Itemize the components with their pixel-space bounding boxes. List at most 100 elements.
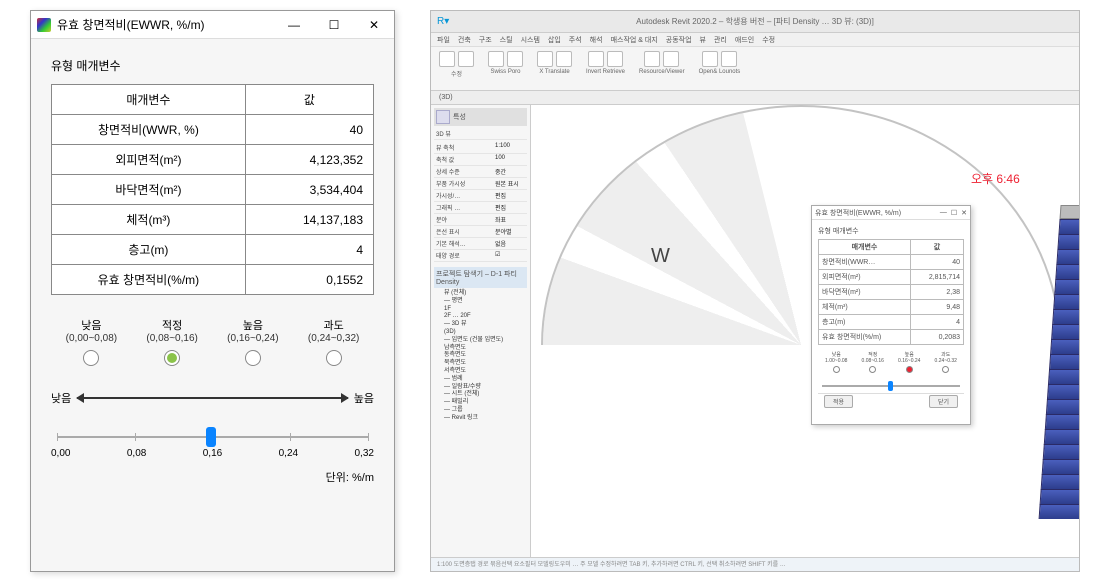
menu-item[interactable]: 건축 xyxy=(458,35,471,45)
cat-ok[interactable]: 적정 (0,08~0,16) xyxy=(132,317,213,366)
ribbon-group[interactable]: Open& Lounots xyxy=(699,51,741,86)
slider-track[interactable] xyxy=(57,436,368,438)
tree-item[interactable]: — 3D 뷰 xyxy=(438,321,527,329)
cat-over[interactable]: 과도 (0,24~0,32) xyxy=(293,317,374,366)
cat-range: (0,24~0,32) xyxy=(293,333,374,344)
mini-apply-button[interactable]: 적용 xyxy=(824,395,853,408)
ribbon-button[interactable] xyxy=(607,51,623,67)
mini-slider[interactable] xyxy=(822,385,960,387)
tree-item[interactable]: 뷰 (전체) xyxy=(438,290,527,298)
prop-row[interactable]: 상세 수준중간 xyxy=(434,166,527,178)
prop-row[interactable]: 분야좌표 xyxy=(434,214,527,226)
mini-max-icon[interactable]: ☐ xyxy=(951,209,957,217)
row-val: 3,534,404 xyxy=(245,175,373,205)
menu-item[interactable]: 시스템 xyxy=(521,35,540,45)
revit-titlebar[interactable]: R▾ Autodesk Revit 2020.2 – 학생용 버전 – [파티 … xyxy=(431,11,1079,33)
tree-item[interactable]: (3D) xyxy=(438,329,527,337)
tree-item[interactable]: — Revit 링크 xyxy=(438,415,527,423)
ribbon-group[interactable]: Swiss Poro xyxy=(488,51,523,86)
ribbon-label: Resource/Viewer xyxy=(639,69,685,75)
view-tab[interactable]: (3D) xyxy=(431,91,1079,105)
revit-side-panel[interactable]: 특성 3D 뷰 뷰 축척1:100축척 값100상세 수준중간부품 가시성원본 … xyxy=(431,105,531,557)
prop-row[interactable]: 뷰 축척1:100 xyxy=(434,142,527,154)
ribbon-button[interactable] xyxy=(537,51,553,67)
menu-item[interactable]: 수정 xyxy=(762,35,775,45)
radio-icon[interactable] xyxy=(83,350,99,366)
menu-item[interactable]: 공동작업 xyxy=(666,35,692,45)
menu-item[interactable]: 해석 xyxy=(590,35,603,45)
ribbon-button[interactable] xyxy=(721,51,737,67)
menu-item[interactable]: 매스작업 & 대지 xyxy=(611,35,658,45)
tree-item[interactable]: — 입면도 (건물 입면도) xyxy=(438,337,527,345)
mini-slider-thumb[interactable] xyxy=(888,381,893,391)
prop-row[interactable]: 축척 값100 xyxy=(434,154,527,166)
mini-min-icon[interactable]: ― xyxy=(940,209,947,216)
ribbon-group[interactable]: Invert Retrieve xyxy=(586,51,625,86)
revit-ribbon[interactable]: 수정 Swiss Poro X Translate Invert Retrieve Re… xyxy=(431,47,1079,91)
parameters-table: 매개변수 값 창면적비(WWR, %)40 외피면적(m²)4,123,352 … xyxy=(51,84,374,295)
minimize-button[interactable]: ― xyxy=(274,11,314,39)
tree-item[interactable]: — 그룹 xyxy=(438,407,527,415)
menu-item[interactable]: 애드인 xyxy=(735,35,754,45)
revit-3d-canvas[interactable]: W 오후 6:46 오전 10:00 20F19F/20F18F/20F17F/… xyxy=(531,105,1079,557)
tree-item[interactable]: 1F xyxy=(438,306,527,314)
menu-item[interactable]: 주석 xyxy=(569,35,582,45)
ribbon-button[interactable] xyxy=(588,51,604,67)
menu-item[interactable]: 삽입 xyxy=(548,35,561,45)
ribbon-button[interactable] xyxy=(556,51,572,67)
mini-titlebar[interactable]: 유효 창면적비(EWWR, %/m) ― ☐ ✕ xyxy=(812,206,970,220)
cat-low[interactable]: 낮음 (0,00~0,08) xyxy=(51,317,132,366)
mini-cat[interactable]: 높음0.16~0.24 xyxy=(898,351,920,375)
prop-row[interactable]: 그래픽 …편집 xyxy=(434,202,527,214)
menu-item[interactable]: 파일 xyxy=(437,35,450,45)
ribbon-group[interactable]: Resource/Viewer xyxy=(639,51,685,86)
ribbon-group[interactable]: 수정 xyxy=(439,51,474,86)
ribbon-button[interactable] xyxy=(702,51,718,67)
slider-thumb[interactable] xyxy=(206,427,216,447)
tree-item[interactable]: — 평면 xyxy=(438,298,527,306)
mini-cat[interactable]: 낮음1.00~0.08 xyxy=(825,351,847,375)
radio-icon[interactable] xyxy=(245,350,261,366)
ribbon-button[interactable] xyxy=(458,51,474,67)
dialog-titlebar[interactable]: 유효 창면적비(EWWR, %/m) ― ☐ ✕ xyxy=(31,11,394,39)
mini-cat[interactable]: 과도0.24~0.32 xyxy=(935,351,957,375)
menu-item[interactable]: 관리 xyxy=(714,35,727,45)
mini-close-icon[interactable]: ✕ xyxy=(961,209,967,217)
prop-row[interactable]: 기본 해석…없음 xyxy=(434,238,527,250)
menu-item[interactable]: 구조 xyxy=(479,35,492,45)
mini-cat[interactable]: 적정0.08~0.16 xyxy=(862,351,884,375)
tree-item[interactable]: — 범례 xyxy=(438,376,527,384)
row-val: 40 xyxy=(245,115,373,145)
cat-range: (0,00~0,08) xyxy=(51,333,132,344)
project-browser-header[interactable]: 프로젝트 탐색기 – D-1 파티 Density xyxy=(434,267,527,288)
prop-row[interactable]: 태양 경로☑ xyxy=(434,250,527,262)
menu-item[interactable]: 뷰 xyxy=(700,35,706,45)
cat-high[interactable]: 높음 (0,16~0,24) xyxy=(213,317,294,366)
menu-item[interactable]: 스틸 xyxy=(500,35,513,45)
tree-item[interactable]: — 시트 (전체) xyxy=(438,391,527,399)
building-model[interactable] xyxy=(1037,205,1080,535)
ribbon-button[interactable] xyxy=(663,51,679,67)
prop-row[interactable]: 가시성/…편집 xyxy=(434,190,527,202)
prop-row[interactable]: 부품 가시성원본 표시 xyxy=(434,178,527,190)
mini-ewwr-dialog[interactable]: 유효 창면적비(EWWR, %/m) ― ☐ ✕ 유형 매개변수 매개변수값 창… xyxy=(811,205,971,425)
radio-icon[interactable] xyxy=(164,350,180,366)
close-button[interactable]: ✕ xyxy=(354,11,394,39)
ribbon-button[interactable] xyxy=(439,51,455,67)
revit-menubar[interactable]: 파일 건축 구조 스틸 시스템 삽입 주석 해석 매스작업 & 대지 공동작업 뷰 관리 애드인 수정 xyxy=(431,33,1079,47)
prop-row[interactable]: 은선 표시분야별 xyxy=(434,226,527,238)
maximize-button[interactable]: ☐ xyxy=(314,11,354,39)
properties-header[interactable]: 특성 xyxy=(434,108,527,126)
project-tree[interactable]: 뷰 (전체)— 평면 1F 2F … 20F— 3D 뷰 (3D)— 입면도 (… xyxy=(434,290,527,423)
tree-item[interactable]: 북측면도 xyxy=(438,360,527,368)
tree-item[interactable]: 동측면도 xyxy=(438,352,527,360)
mini-close-button[interactable]: 닫기 xyxy=(929,395,958,408)
tree-item[interactable]: 서측면도 xyxy=(438,368,527,376)
radio-icon[interactable] xyxy=(326,350,342,366)
ribbon-button[interactable] xyxy=(507,51,523,67)
tree-item[interactable]: — 패밀리 xyxy=(438,399,527,407)
ribbon-button[interactable] xyxy=(644,51,660,67)
ewwr-slider[interactable]: 0,00 0,08 0,16 0,24 0,32 xyxy=(51,436,374,459)
ribbon-button[interactable] xyxy=(488,51,504,67)
ribbon-group[interactable]: X Translate xyxy=(537,51,572,86)
